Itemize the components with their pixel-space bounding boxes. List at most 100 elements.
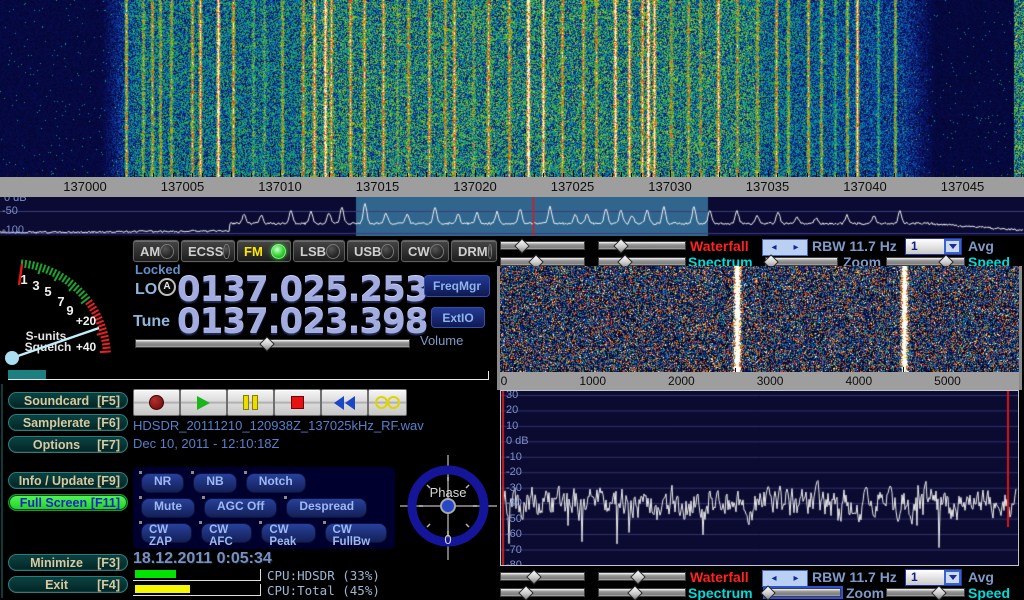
audio-spectrum-panel[interactable]: 3020100 dB-10-20-30-40-50-60-70-80 bbox=[500, 390, 1019, 566]
rbw-increase-arrow-top[interactable]: ▸ bbox=[793, 243, 798, 253]
spectrum-offset-thumb-bottom[interactable] bbox=[627, 585, 643, 600]
zoom-slider-top[interactable] bbox=[765, 257, 838, 266]
ruler-tick bbox=[670, 170, 671, 177]
fullscreen-button[interactable]: Full Screen [F11] bbox=[8, 494, 128, 511]
spectrum-range-slider-top[interactable] bbox=[500, 257, 585, 266]
extio-button[interactable]: ExtIO bbox=[431, 307, 485, 328]
mode-am-button[interactable]: AM bbox=[133, 240, 179, 262]
waterfall-contrast-thumb-top[interactable] bbox=[613, 238, 629, 254]
mode-cw-button[interactable]: CW bbox=[401, 240, 449, 262]
rewind-icon bbox=[334, 396, 344, 410]
speed-slider-bottom[interactable] bbox=[886, 588, 965, 597]
notch-button[interactable]: Notch bbox=[246, 473, 306, 493]
lo-auto-badge[interactable]: A bbox=[158, 278, 176, 296]
waterfall-brightness-thumb-top[interactable] bbox=[514, 238, 530, 254]
minimize-key: [F3] bbox=[97, 556, 120, 570]
playback-progress-track[interactable] bbox=[8, 379, 489, 380]
pause-button[interactable] bbox=[227, 389, 274, 416]
volume-slider[interactable] bbox=[135, 339, 410, 348]
mode-ecss-button[interactable]: ECSS bbox=[181, 240, 235, 262]
volume-slider-thumb[interactable] bbox=[259, 336, 275, 352]
minimize-button[interactable]: Minimize [F3] bbox=[8, 554, 128, 571]
avg-dropdown-arrow-bottom[interactable] bbox=[944, 570, 961, 585]
phase-label: Phase bbox=[430, 485, 467, 500]
tune-frequency-value[interactable]: 0137.023.398 bbox=[177, 302, 427, 342]
audio-frequency-ruler[interactable]: 010002000300040005000 bbox=[500, 372, 1019, 390]
waterfall-contrast-slider-top[interactable] bbox=[598, 241, 686, 250]
audio-waterfall-display[interactable] bbox=[500, 266, 1019, 372]
info-update-button[interactable]: Info / Update [F9] bbox=[8, 472, 128, 489]
avg-select-top[interactable]: 1 bbox=[905, 238, 962, 255]
playback-progress-fill[interactable] bbox=[8, 370, 46, 379]
ruler-label: 3000 bbox=[757, 374, 784, 388]
zoom-thumb-bottom[interactable] bbox=[760, 585, 776, 600]
rewind-button[interactable] bbox=[321, 389, 368, 416]
spectrum-range-slider-bottom[interactable] bbox=[500, 588, 585, 597]
speed-slider-top[interactable] bbox=[886, 257, 965, 266]
cw-fullbw-button[interactable]: CW FullBw bbox=[325, 523, 388, 543]
rbw-increase-arrow-bottom[interactable]: ▸ bbox=[793, 574, 798, 584]
cpu-total-bar bbox=[133, 584, 261, 596]
waterfall-brightness-thumb-bottom[interactable] bbox=[526, 569, 542, 585]
stop-button[interactable] bbox=[274, 389, 321, 416]
mode-lsb-button[interactable]: LSB bbox=[293, 240, 345, 262]
s-meter: 1 3 5 7 9 +20 +40 S-units Squelch bbox=[2, 238, 128, 368]
freqmgr-button[interactable]: FreqMgr bbox=[424, 275, 490, 297]
loop-button[interactable] bbox=[368, 389, 407, 416]
rbw-decrease-arrow-top[interactable]: ◂ bbox=[771, 243, 776, 253]
cw-zap-button[interactable]: CW ZAP bbox=[141, 523, 192, 543]
waterfall-brightness-slider-top[interactable] bbox=[500, 241, 585, 250]
spectrum-offset-slider-bottom[interactable] bbox=[598, 588, 686, 597]
db-scale-label: -10 bbox=[506, 451, 522, 463]
options-button[interactable]: Options [F7] bbox=[8, 436, 128, 453]
audio-frame-right bbox=[1019, 266, 1022, 390]
cw-afc-button[interactable]: CW AFC bbox=[201, 523, 252, 543]
options-key: [F7] bbox=[97, 438, 120, 452]
exit-button[interactable]: Exit [F4] bbox=[8, 576, 128, 593]
waterfall-brightness-slider-bottom[interactable] bbox=[500, 572, 585, 581]
waterfall-contrast-slider-bottom[interactable] bbox=[598, 572, 686, 581]
despread-button[interactable]: Despread bbox=[286, 498, 367, 518]
rf-spectrum-canvas[interactable] bbox=[0, 197, 1024, 236]
spectrum-label-bottom: Spectrum bbox=[688, 585, 753, 600]
samplerate-button[interactable]: Samplerate [F6] bbox=[8, 414, 128, 431]
mode-fm-button[interactable]: FM bbox=[237, 240, 291, 262]
audio-spectrum-canvas[interactable] bbox=[501, 391, 1018, 565]
spectrum-offset-slider-top[interactable] bbox=[598, 257, 686, 266]
rbw-spinner-bottom[interactable]: ◂ ▸ bbox=[762, 570, 808, 587]
play-button[interactable] bbox=[180, 389, 227, 416]
rf-frequency-ruler[interactable]: 1370001370051370101370151370201370251370… bbox=[0, 177, 1024, 197]
db-scale-label: -100 bbox=[2, 224, 24, 236]
cw-peak-button[interactable]: CW Peak bbox=[261, 523, 315, 543]
nb-button[interactable]: NB bbox=[193, 473, 236, 493]
avg-dropdown-arrow-top[interactable] bbox=[944, 239, 961, 254]
mode-drm-button[interactable]: DRM bbox=[451, 240, 497, 262]
zoom-slider-bottom[interactable] bbox=[765, 588, 841, 597]
agc-off-button[interactable]: AGC Off bbox=[204, 498, 277, 518]
avg-select-bottom[interactable]: 1 bbox=[905, 569, 962, 586]
exit-key: [F4] bbox=[97, 578, 120, 592]
rf-waterfall-display[interactable] bbox=[0, 0, 1024, 177]
mode-usb-button[interactable]: USB bbox=[347, 240, 399, 262]
nr-button[interactable]: NR bbox=[141, 473, 184, 493]
soundcard-button[interactable]: Soundcard [F5] bbox=[8, 392, 128, 409]
ruler-label: 2000 bbox=[668, 374, 695, 388]
spectrum-range-thumb-bottom[interactable] bbox=[518, 585, 534, 600]
rf-spectrum-strip[interactable]: 0 dB-50-100 bbox=[0, 197, 1024, 236]
record-button[interactable] bbox=[133, 389, 180, 416]
speed-thumb-bottom[interactable] bbox=[932, 585, 948, 600]
mode-usb-label: USB bbox=[354, 244, 381, 259]
phase-dial[interactable]: Phase 0 bbox=[400, 455, 497, 560]
ruler-tick bbox=[183, 170, 184, 177]
mute-button[interactable]: Mute bbox=[141, 498, 195, 518]
ruler-label: 137040 bbox=[843, 179, 886, 194]
ruler-label: 137005 bbox=[161, 179, 204, 194]
waterfall-contrast-thumb-bottom[interactable] bbox=[630, 569, 646, 585]
rbw-decrease-arrow-bottom[interactable]: ◂ bbox=[771, 574, 776, 584]
dsp-row-3: CW ZAP CW AFC CW Peak CW FullBw bbox=[141, 523, 387, 543]
recording-filename[interactable]: HDSDR_20111210_120938Z_137025kHz_RF.wav bbox=[133, 418, 424, 433]
phase-marker[interactable] bbox=[441, 499, 455, 513]
phase-zero-label: 0 bbox=[444, 532, 451, 547]
ruler-tick bbox=[280, 170, 281, 177]
rbw-spinner-top[interactable]: ◂ ▸ bbox=[762, 239, 808, 256]
